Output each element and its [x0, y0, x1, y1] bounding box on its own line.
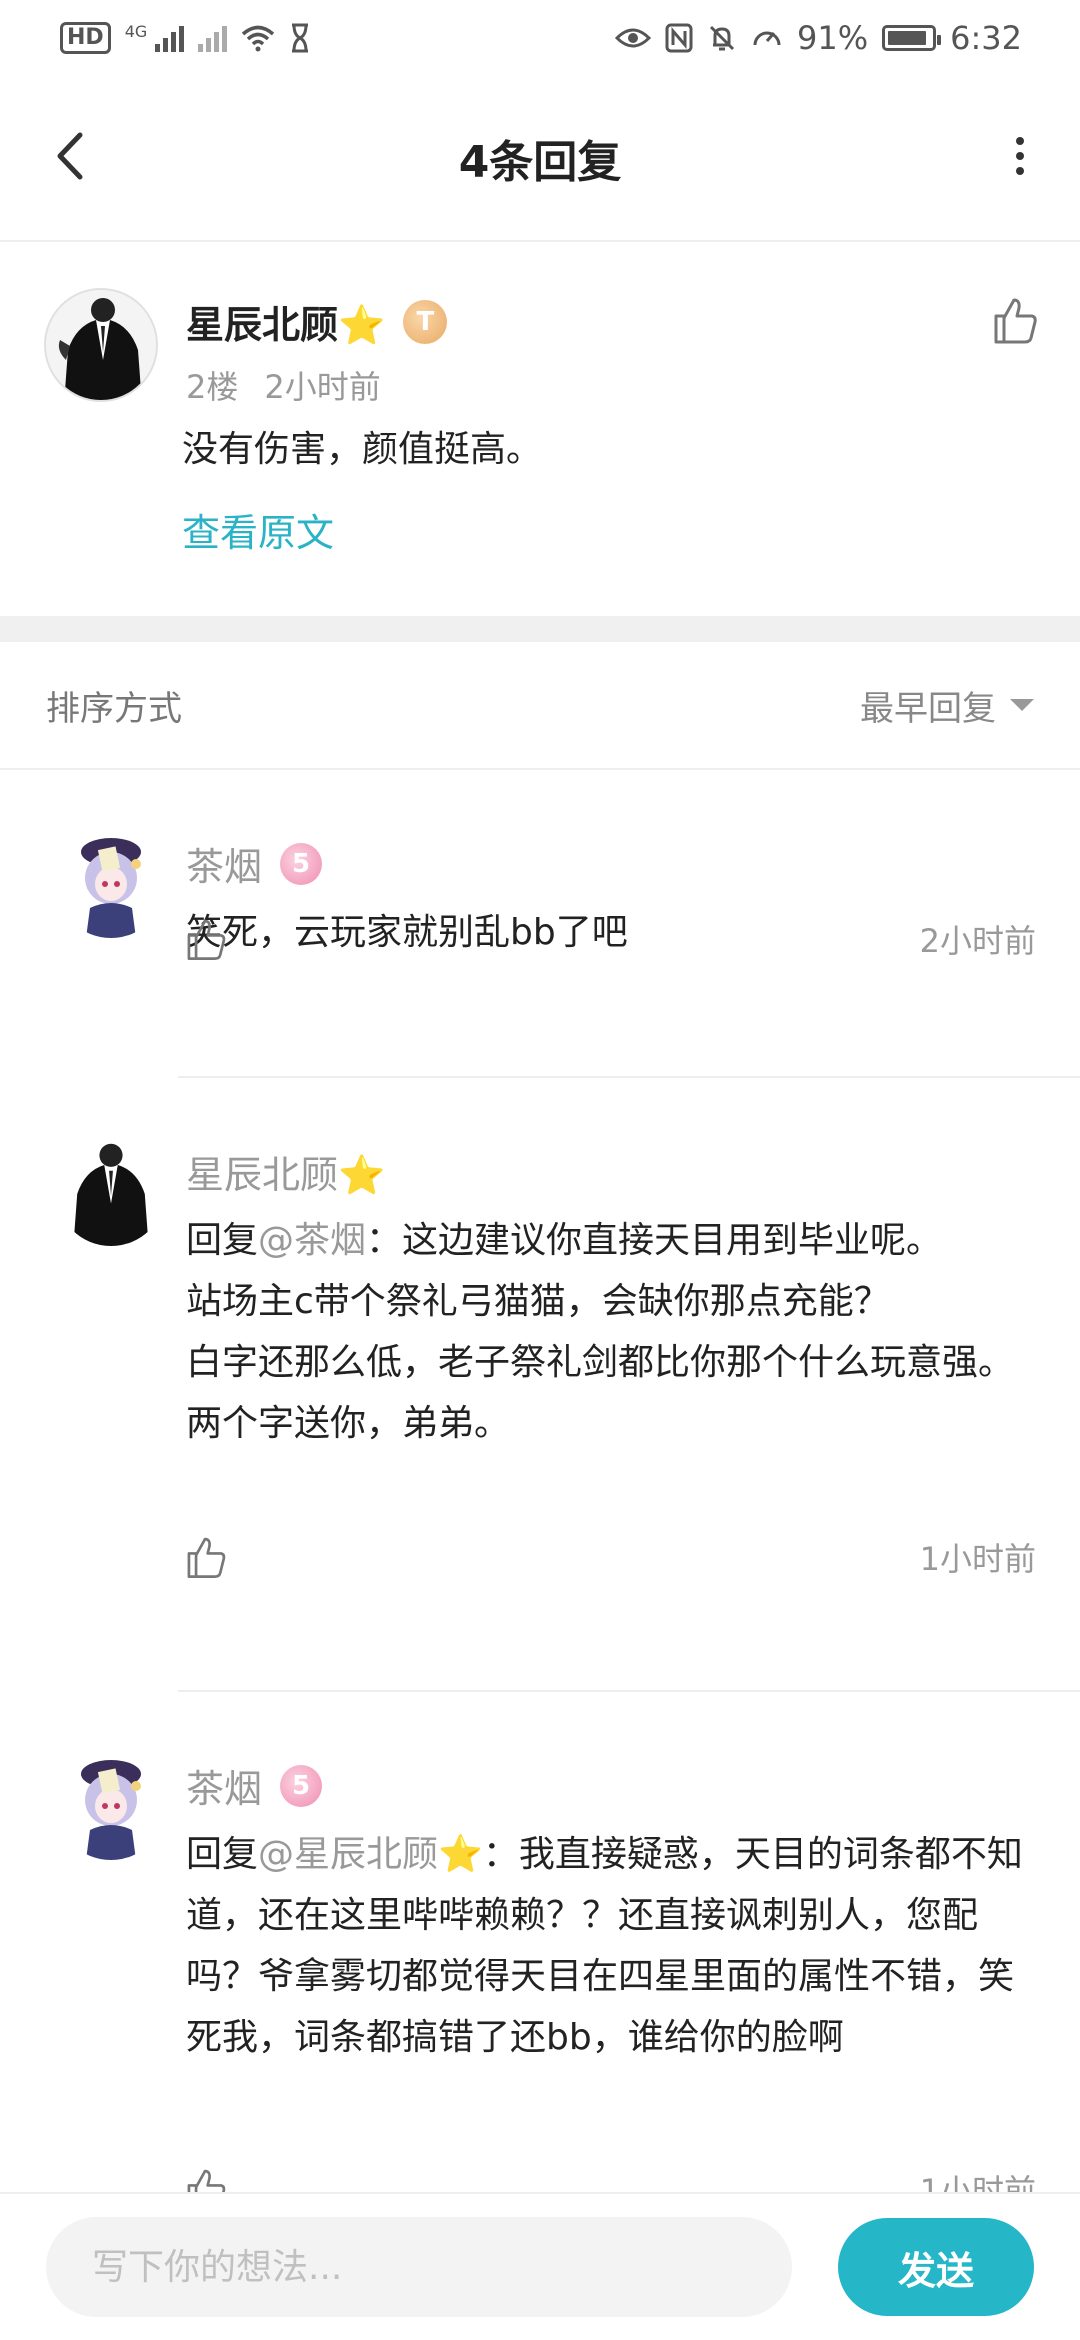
reply-time: 1小时前 — [919, 2172, 1036, 2192]
reply-footer: 2小时前 — [180, 914, 1036, 964]
level-badge-icon: 5 — [280, 842, 323, 885]
section-divider — [0, 616, 1080, 642]
username[interactable]: 星辰北顾⭐ — [186, 1144, 385, 1199]
back-button[interactable] — [40, 124, 100, 188]
avatar[interactable] — [56, 1136, 166, 1246]
level-badge-icon: T — [403, 299, 448, 344]
level-badge-icon: 5 — [280, 1764, 323, 1807]
more-options-button[interactable] — [990, 124, 1050, 188]
reply-item: 茶烟 5 笑死，云玩家就别乱bb了吧 2小时前 — [0, 772, 1080, 1078]
thumbs-up-icon — [994, 298, 1037, 344]
reply-item: 茶烟 5 回复@星辰北顾⭐：我直接疑惑，天目的词条都不知道，还在这里哔哔赖赖？？… — [0, 1694, 1080, 2192]
signal-icon — [155, 24, 185, 52]
reply-user-row: 星辰北顾⭐ — [186, 1144, 385, 1199]
nfc-icon — [665, 23, 693, 53]
comment-composer: 发送 — [0, 2192, 1080, 2340]
reply-text: 回复@茶烟：这边建议你直接天目用到毕业呢。 站场主c带个祭礼弓猫猫，会缺你那点充… — [186, 1210, 1046, 1454]
divider — [178, 1076, 1080, 1078]
page-title: 4条回复 — [458, 137, 622, 188]
send-button[interactable]: 发送 — [838, 2218, 1034, 2316]
reply-prefix: 回复 — [186, 1834, 259, 1875]
status-left: HD 4G — [60, 22, 311, 54]
reply-text: 回复@星辰北顾⭐：我直接疑惑，天目的词条都不知道，还在这里哔哔赖赖？？还直接讽刺… — [186, 1824, 1046, 2068]
avatar-anime-girl — [56, 1750, 166, 1860]
more-dot — [1016, 167, 1024, 175]
back-arrow-icon — [57, 132, 83, 180]
battery-icon — [882, 25, 942, 51]
sort-bar: 排序方式 最早回复 — [0, 642, 1080, 770]
avatar[interactable] — [44, 288, 158, 402]
reply-time: 2小时前 — [919, 922, 1036, 960]
avatar-suit-figure — [46, 290, 156, 400]
top-nav: 4条回复 — [0, 76, 1080, 242]
comment-input[interactable] — [46, 2217, 792, 2317]
reply-item: 星辰北顾⭐ 回复@茶烟：这边建议你直接天目用到毕业呢。 站场主c带个祭礼弓猫猫，… — [0, 1080, 1080, 1692]
hourglass-icon — [292, 23, 309, 53]
username[interactable]: 茶烟 — [186, 836, 262, 891]
eye-icon — [615, 28, 652, 48]
clock: 6:32 — [950, 19, 1022, 57]
caret-down-icon — [1010, 699, 1034, 711]
mention-link[interactable]: @茶烟 — [258, 1220, 366, 1261]
wifi-icon — [242, 25, 275, 52]
avatar-anime-girl — [56, 828, 166, 938]
view-original-link[interactable]: 查看原文 — [182, 502, 334, 557]
battery-percent: 91% — [797, 19, 869, 57]
avatar[interactable] — [56, 1750, 166, 1860]
sort-dropdown[interactable]: 最早回复 — [860, 681, 1034, 730]
mute-bell-icon — [709, 25, 735, 51]
reply-time: 1小时前 — [919, 1540, 1036, 1578]
divider — [178, 1690, 1080, 1692]
sort-label: 排序方式 — [46, 688, 182, 729]
like-button[interactable] — [180, 1532, 230, 1582]
like-button[interactable] — [180, 2164, 230, 2192]
username[interactable]: 茶烟 — [186, 1758, 262, 1813]
thumbs-up-icon — [187, 1537, 226, 1578]
reply-prefix: 回复 — [186, 1220, 259, 1261]
main-comment: 星辰北顾⭐ T 2楼 2小时前 没有伤害，颜值挺高。 查看原文 — [0, 244, 1080, 616]
comment-content: 没有伤害，颜值挺高。 — [182, 429, 543, 470]
avatar[interactable] — [56, 828, 166, 938]
status-right: 91% 6:32 — [615, 19, 1022, 57]
reply-footer: 1小时前 — [180, 2164, 1036, 2192]
reply-user-row: 茶烟 5 — [186, 1758, 323, 1813]
mention-link[interactable]: @星辰北顾⭐ — [258, 1834, 483, 1875]
more-dots-icon — [1016, 137, 1024, 145]
avatar-suit-figure — [56, 1136, 166, 1246]
thumbs-up-icon — [187, 919, 226, 960]
like-button[interactable] — [986, 292, 1042, 348]
signal-no-service-icon — [198, 24, 228, 52]
data-saver-icon — [753, 31, 781, 46]
thumbs-up-icon — [187, 2169, 226, 2192]
like-button[interactable] — [180, 914, 230, 964]
floor-number: 2楼 — [186, 368, 239, 406]
hd-icon: HD — [60, 22, 111, 54]
more-dot — [1016, 152, 1024, 160]
network-type: 4G — [124, 22, 148, 41]
comment-time: 2小时前 — [264, 368, 381, 406]
comment-meta: 2楼 2小时前 — [186, 362, 381, 408]
main-user-row: 星辰北顾⭐ T — [186, 294, 448, 349]
reply-user-row: 茶烟 5 — [186, 836, 323, 891]
username[interactable]: 星辰北顾⭐ — [186, 294, 385, 349]
sort-selected: 最早回复 — [860, 688, 996, 729]
status-bar: HD 4G 91% 6:32 — [0, 0, 1080, 76]
reply-footer: 1小时前 — [180, 1532, 1036, 1582]
